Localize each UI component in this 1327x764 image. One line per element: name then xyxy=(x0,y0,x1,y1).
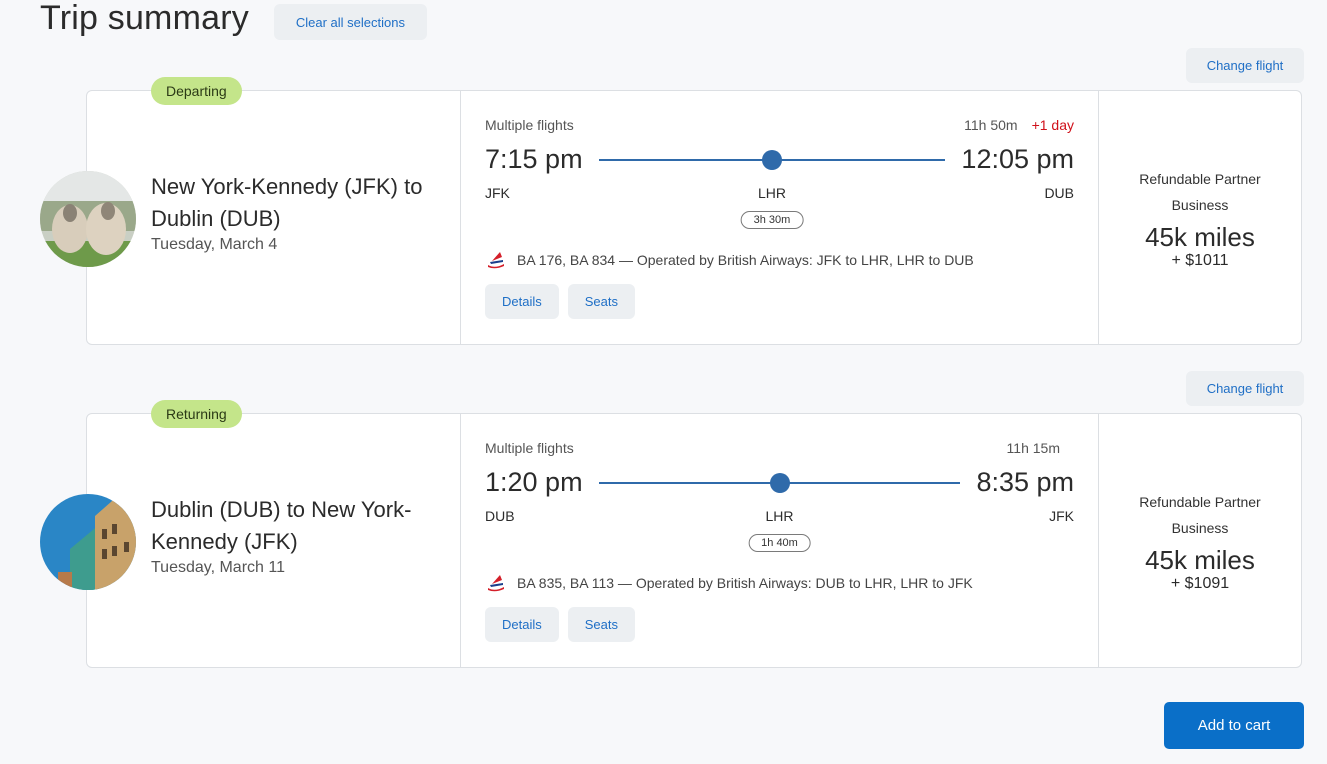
departing-badge: Departing xyxy=(151,77,242,105)
layover-duration: 1h 40m xyxy=(748,534,811,552)
departure-time: 7:15 pm xyxy=(485,143,583,174)
stop-dot xyxy=(769,473,790,493)
miles-price: 45k miles xyxy=(1145,221,1255,252)
cash-price: + $1011 xyxy=(1171,251,1229,269)
total-duration: 11h 15m xyxy=(1006,440,1060,456)
flight-type-label: Multiple flights xyxy=(485,117,574,133)
destination-photo-sheep xyxy=(40,171,136,267)
route-title: Dublin (DUB) to New York-Kennedy (JFK) xyxy=(151,497,412,554)
layover-duration: 3h 30m xyxy=(740,211,804,229)
fare-column: Refundable Partner Business 45k miles + … xyxy=(1099,414,1301,667)
seats-button[interactable]: Seats xyxy=(567,284,635,319)
add-to-cart-button[interactable]: Add to cart xyxy=(1164,702,1304,749)
destination-code: DUB xyxy=(1044,185,1074,201)
travel-date: Tuesday, March 4 xyxy=(151,236,278,253)
british-airways-logo-icon xyxy=(488,252,504,269)
route-column: New York-Kennedy (JFK) to Dublin (DUB) T… xyxy=(40,91,461,344)
flight-details-column: Multiple flights 11h 15m 1:20 pm 8:35 pm… xyxy=(461,414,1099,667)
stop-dot xyxy=(761,150,782,170)
departure-time: 1:20 pm xyxy=(485,466,583,497)
miles-price: 45k miles xyxy=(1145,544,1255,575)
arrival-time: 8:35 pm xyxy=(976,466,1074,497)
origin-code: DUB xyxy=(485,508,515,524)
details-button[interactable]: Details xyxy=(485,284,559,319)
travel-date: Tuesday, March 11 xyxy=(151,559,285,576)
destination-photo-buildings xyxy=(40,494,136,590)
flight-type-label: Multiple flights xyxy=(485,440,574,456)
page-header: Trip summary Clear all selections xyxy=(40,0,427,44)
arrival-time: 12:05 pm xyxy=(961,143,1074,174)
returning-badge: Returning xyxy=(151,400,242,428)
route-title: New York-Kennedy (JFK) to Dublin (DUB) xyxy=(151,174,423,231)
route-column: Dublin (DUB) to New York-Kennedy (JFK) T… xyxy=(40,414,461,667)
page-title: Trip summary xyxy=(40,0,249,37)
clear-all-selections-button[interactable]: Clear all selections xyxy=(273,4,427,40)
british-airways-logo-icon xyxy=(488,575,504,592)
cash-price: + $1091 xyxy=(1170,574,1230,592)
stop-code: LHR xyxy=(757,185,786,201)
total-duration: 11h 50m xyxy=(964,117,1018,133)
flight-card: Dublin (DUB) to New York-Kennedy (JFK) T… xyxy=(40,413,1302,668)
details-button[interactable]: Details xyxy=(485,607,559,642)
fare-name: Refundable Partner Business xyxy=(1139,493,1261,536)
fare-column: Refundable Partner Business 45k miles + … xyxy=(1099,91,1301,344)
flight-card: New York-Kennedy (JFK) to Dublin (DUB) T… xyxy=(40,90,1302,345)
operated-by-text: BA 176, BA 834 — Operated by British Air… xyxy=(517,252,974,268)
change-flight-button[interactable]: Change flight xyxy=(1186,48,1304,83)
fare-name: Refundable Partner Business xyxy=(1139,170,1261,213)
destination-code: JFK xyxy=(1049,508,1074,524)
operated-by-text: BA 835, BA 113 — Operated by British Air… xyxy=(517,575,973,591)
route-timeline xyxy=(598,141,946,177)
origin-code: JFK xyxy=(485,185,510,201)
flight-details-column: Multiple flights 11h 50m +1 day 7:15 pm 1… xyxy=(461,91,1099,344)
seats-button[interactable]: Seats xyxy=(567,607,635,642)
stop-code: LHR xyxy=(765,508,794,524)
day-offset: +1 day xyxy=(1031,117,1074,133)
route-timeline xyxy=(598,464,961,500)
change-flight-button[interactable]: Change flight xyxy=(1186,371,1304,406)
